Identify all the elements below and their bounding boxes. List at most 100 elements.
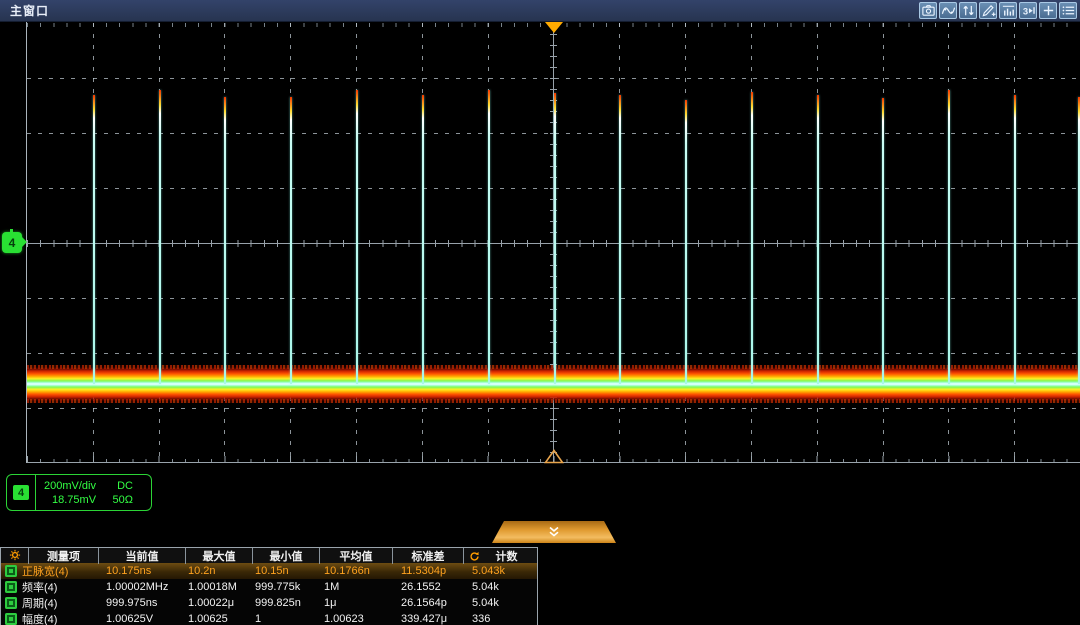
measure-label: 频率(4): [22, 579, 57, 595]
measure-value-count: 5.04k: [464, 595, 538, 611]
waveform-pulse: [224, 97, 226, 384]
measure-type-icon: [5, 581, 17, 593]
hollow-triangle-icon: [544, 449, 564, 464]
window-title: 主窗口: [0, 2, 49, 19]
waveform-pulse: [290, 97, 292, 384]
panel-collapse-button[interactable]: 3: [1019, 2, 1037, 19]
measure-value-avg: 1μ: [320, 595, 393, 611]
measure-value-avg: 1.00623: [320, 611, 393, 625]
measure-value-max: 1.00625: [186, 611, 253, 625]
baseline-noise-bottom: [27, 399, 1080, 403]
waveform-pulse: [685, 100, 687, 384]
signal-curve-icon: [941, 3, 956, 18]
annotate-button[interactable]: [979, 2, 997, 19]
header-avg: 平均值: [320, 548, 393, 564]
channel-scale: 200mV/div: [44, 480, 96, 492]
waveform-pulse: [817, 95, 819, 384]
add-icon: [1041, 3, 1056, 18]
measure-value-min: 999.775k: [253, 579, 320, 595]
measure-label-cell: 频率(4): [1, 579, 99, 595]
histogram-icon: [1001, 3, 1016, 18]
refresh-icon: [469, 551, 480, 562]
menu-button[interactable]: [1059, 2, 1077, 19]
header-std: 标准差: [393, 548, 464, 564]
add-button[interactable]: [1039, 2, 1057, 19]
waveform-pulse: [488, 90, 490, 384]
measure-value-count: 5.04k: [464, 579, 538, 595]
header-min: 最小值: [253, 548, 320, 564]
measure-type-icon: [5, 565, 17, 577]
measure-value-std: 339.427μ: [393, 611, 464, 625]
measurement-table: 测量项 当前值 最大值 最小值 平均值 标准差 计数 正脉宽(4)10.175n…: [0, 547, 538, 625]
measure-label: 正脉宽(4): [22, 563, 68, 579]
autoscale-button[interactable]: [959, 2, 977, 19]
panel-expand-collapse-button[interactable]: [492, 521, 616, 543]
waveform-pulse: [948, 90, 950, 384]
channel-badge-wrap: 4: [7, 475, 36, 510]
screenshot-button[interactable]: [919, 2, 937, 19]
measure-label: 周期(4): [22, 595, 57, 611]
waveform-tool-button[interactable]: [939, 2, 957, 19]
waveform-pulse: [356, 90, 358, 384]
measure-label: 幅度(4): [22, 611, 57, 625]
svg-text:3: 3: [1022, 6, 1027, 16]
measure-label-cell: 周期(4): [1, 595, 99, 611]
measurement-row[interactable]: 周期(4)999.975ns1.00022μ999.825n1μ26.1564p…: [1, 595, 537, 611]
panel-collapse-3-icon: 3: [1021, 3, 1036, 18]
channel-badge: 4: [13, 485, 29, 500]
double-chevron-down-icon: [546, 526, 562, 538]
measurement-rows: 正脉宽(4)10.175ns10.2n10.15n10.1766n11.5304…: [1, 563, 537, 625]
measure-value-std: 11.5304p: [393, 563, 464, 579]
measure-value-max: 1.00018M: [186, 579, 253, 595]
measure-value-count: 336: [464, 611, 538, 625]
measure-value-current: 999.975ns: [99, 595, 186, 611]
header-count: 计数: [480, 548, 538, 564]
titlebar: 主窗口: [0, 0, 1080, 22]
channel-4-ground-marker[interactable]: 4: [2, 232, 22, 253]
auto-arrows-icon: [961, 3, 976, 18]
channel-offset: 18.75mV: [44, 494, 96, 506]
waveform-pulse: [93, 95, 95, 384]
toolbar: 3: [919, 2, 1080, 19]
measure-value-count: 5.043k: [464, 563, 538, 579]
waveform-pulse: [1014, 95, 1016, 384]
measure-value-current: 1.00002MHz: [99, 579, 186, 595]
measurement-row[interactable]: 幅度(4)1.00625V1.0062511.00623339.427μ336: [1, 611, 537, 625]
measure-value-current: 1.00625V: [99, 611, 186, 625]
measurement-settings-cell[interactable]: [1, 548, 29, 564]
header-current: 当前值: [99, 548, 186, 564]
channel-settings-text: 200mV/div DC 18.75mV 50Ω: [36, 475, 151, 510]
header-count-cell: 计数: [464, 548, 538, 564]
measure-value-min: 10.15n: [253, 563, 320, 579]
measure-type-icon: [5, 597, 17, 609]
measure-value-avg: 1M: [320, 579, 393, 595]
scope-display: 4: [0, 22, 1080, 466]
measure-label-cell: 幅度(4): [1, 611, 99, 625]
channel-info-box[interactable]: 4 200mV/div DC 18.75mV 50Ω: [6, 474, 152, 511]
waveform-pulse: [882, 98, 884, 384]
measure-value-min: 999.825n: [253, 595, 320, 611]
trigger-position-marker-bottom[interactable]: [544, 449, 564, 469]
measure-value-avg: 10.1766n: [320, 563, 393, 579]
header-item: 测量项: [29, 548, 99, 564]
histogram-button[interactable]: [999, 2, 1017, 19]
menu-list-icon: [1061, 3, 1076, 18]
channel-impedance: 50Ω: [113, 494, 143, 506]
waveform-pulse: [159, 90, 161, 384]
measure-value-std: 26.1552: [393, 579, 464, 595]
measure-value-max: 1.00022μ: [186, 595, 253, 611]
gear-icon: [9, 549, 21, 564]
camera-icon: [921, 3, 936, 18]
reset-statistics-button[interactable]: [464, 551, 480, 562]
measure-label-cell: 正脉宽(4): [1, 563, 99, 579]
waveform-pulse: [422, 95, 424, 384]
trigger-position-marker[interactable]: [545, 22, 563, 33]
channel-marker-label: 4: [9, 236, 16, 250]
measurement-row[interactable]: 频率(4) 1.00002MHz1.00018M999.775k1M26.1552…: [1, 579, 537, 595]
measure-value-max: 10.2n: [186, 563, 253, 579]
measure-type-icon: [5, 613, 17, 625]
waveform-pulse: [619, 95, 621, 384]
measurement-row[interactable]: 正脉宽(4)10.175ns10.2n10.15n10.1766n11.5304…: [1, 563, 537, 579]
annotate-icon: [981, 3, 996, 18]
measurement-table-header: 测量项 当前值 最大值 最小值 平均值 标准差 计数: [1, 548, 537, 563]
